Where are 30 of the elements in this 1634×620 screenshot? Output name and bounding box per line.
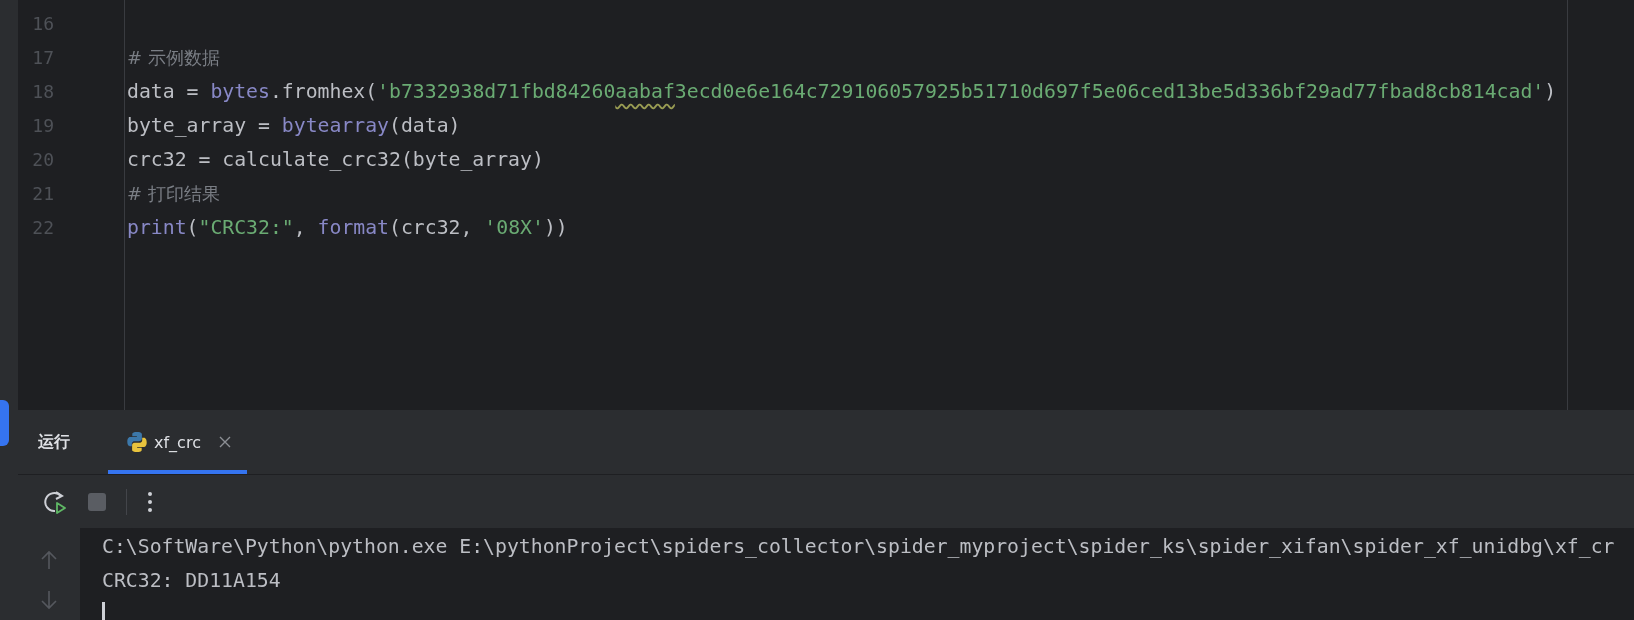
code-token: 'b7332938d71fbd84260	[377, 80, 616, 103]
code-token: ,	[293, 216, 307, 239]
code-token: print	[127, 216, 187, 239]
code-token: "CRC32:"	[198, 216, 294, 239]
console-output: C:\SoftWare\Python\python.exe E:\pythonProject\spiders_collector\spider_myproject\spider_ks\spider_xifan\spider_xf_unidbg\xf_cr	[102, 534, 1616, 560]
rerun-icon[interactable]	[42, 488, 68, 515]
code-token: crc32 = calculate_crc32(byte_array)	[127, 148, 544, 171]
active-indicator	[0, 400, 9, 446]
close-icon[interactable]	[218, 436, 231, 448]
code-token: aabaf	[615, 80, 675, 103]
code-token: byte_array =	[127, 114, 271, 137]
code-token: '08X'	[484, 216, 544, 239]
code-token: bytes	[210, 80, 270, 103]
code-comment: # 示例数据	[127, 47, 220, 68]
code-token: (crc32,	[389, 216, 474, 239]
python-icon	[126, 431, 148, 453]
code-token: )	[1544, 80, 1557, 103]
text-cursor	[102, 602, 105, 620]
panel-title: 运行	[38, 431, 70, 453]
code-token: .fromhex(	[269, 80, 378, 103]
console-output: CRC32: DD11A154	[102, 568, 282, 594]
code-token: data =	[127, 80, 200, 103]
code-token: bytearray	[281, 114, 389, 137]
more-icon[interactable]	[147, 490, 153, 513]
code-comment: # 打印结果	[127, 183, 220, 204]
code-token: format	[317, 216, 390, 239]
code-token: (	[186, 216, 199, 239]
code-token: 3ecd0e6e164c729106057925b51710d697f5e06ced13be5d336bf29ad77fbad8cb814cad'	[674, 80, 1545, 103]
code-token: ))	[543, 216, 568, 239]
code-token: (data)	[389, 114, 461, 137]
